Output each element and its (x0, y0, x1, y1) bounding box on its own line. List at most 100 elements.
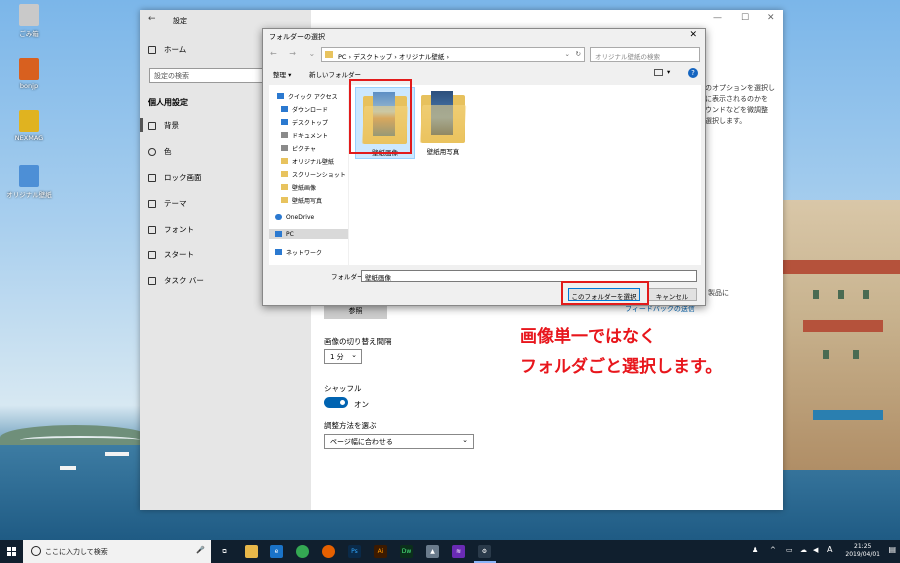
dreamweaver-icon[interactable]: Dw (400, 545, 413, 558)
nav-background[interactable]: 背景 (148, 120, 179, 131)
clock-date: 2019/04/01 (845, 551, 880, 558)
photos-icon[interactable]: ▲ (426, 545, 439, 558)
chrome-icon[interactable] (296, 545, 309, 558)
recycle-bin-icon (19, 4, 39, 26)
interval-label: 画像の切り替え間隔 (324, 337, 392, 346)
description-line: ウンドなどを微調整 (705, 106, 768, 114)
document-icon (281, 132, 288, 138)
awning (813, 410, 883, 420)
new-folder-button[interactable]: 新しいフォルダー (309, 69, 361, 79)
close-icon[interactable]: ✕ (767, 13, 775, 23)
nav-theme[interactable]: テーマ (148, 198, 187, 209)
tree-network[interactable]: ネットワーク (275, 247, 354, 257)
taskbar: ここに入力して検索 🎤 ⧉ e Ps Ai Dw ▲ ≋ ⚙ ♟ ^ ▭ ☁ ◀… (0, 540, 900, 563)
people-icon[interactable]: ♟ (752, 546, 758, 554)
tree-onedrive[interactable]: OneDrive (275, 212, 354, 222)
nav-color[interactable]: 色 (148, 146, 172, 157)
nav-taskbar[interactable]: タスク バー (148, 275, 204, 286)
windows-start-icon[interactable] (7, 547, 17, 557)
minimize-icon[interactable]: — (713, 13, 722, 23)
star-icon (277, 93, 284, 99)
fit-select[interactable]: ページ幅に合わせる ⌄ (324, 434, 474, 449)
nav-home[interactable]: ホーム (148, 44, 186, 55)
edge-icon[interactable]: e (270, 545, 283, 558)
premiere-icon[interactable]: ≋ (452, 545, 465, 558)
description-line: のオプションを選択し (705, 84, 775, 92)
dialog-search-input[interactable]: オリジナル壁紙の検索 (590, 47, 700, 62)
tree-label: 壁紙画像 (292, 184, 317, 192)
navigation-tree: クイック アクセス ダウンロード デスクトップ ドキュメント ピクチャ オリジナ… (269, 85, 348, 265)
nav-label: テーマ (164, 199, 187, 208)
nav-lock-screen[interactable]: ロック画面 (148, 172, 202, 183)
shuffle-toggle[interactable] (324, 397, 348, 408)
tree-quick-access[interactable]: クイック アクセス (277, 91, 356, 101)
roof (783, 260, 900, 274)
address-bar[interactable]: PC › デスクトップ › オリジナル壁紙 › ⌄ ↻ (321, 47, 585, 62)
desktop-icon-original-wallpaper[interactable]: オリジナル壁紙 (2, 165, 56, 199)
description-text: のオプションを選択し に表示されるのかを ウンドなどを微調整 選択します。 (705, 83, 780, 127)
folder-icon (281, 158, 288, 164)
desktop-icon-nexmag[interactable]: NEXMAG (2, 110, 56, 142)
photoshop-icon[interactable]: Ps (348, 545, 361, 558)
selected-indicator (140, 118, 143, 132)
cloud-icon[interactable]: ☁ (800, 546, 807, 554)
refresh-icon[interactable]: ↻ (576, 50, 581, 58)
tree-label: 壁紙用写真 (292, 197, 323, 205)
task-view-icon[interactable]: ⧉ (218, 545, 231, 558)
folder-icon (325, 51, 333, 58)
network-icon[interactable]: ▭ (786, 546, 793, 554)
nav-home-label: ホーム (164, 45, 187, 54)
folder-icon (281, 184, 288, 190)
chevron-down-icon: ⌄ (351, 351, 357, 359)
cancel-button[interactable]: キャンセル (647, 288, 697, 301)
help-icon[interactable]: ? (688, 68, 698, 78)
desktop-icon-bonjp[interactable]: bonjp (2, 58, 56, 90)
highlight-select-button-box (561, 281, 649, 305)
annotation-line-1: 画像単一ではなく (520, 327, 656, 347)
chevron-down-icon[interactable]: ▾ (667, 68, 670, 76)
folder-icon (19, 165, 39, 187)
interval-select[interactable]: 1 分 ⌄ (324, 349, 362, 364)
fit-value: ページ幅に合わせる (330, 438, 393, 446)
folder-picker-dialog: フォルダーの選択 ✕ ← → ⌄ ↑ PC › デスクトップ › オリジナル壁紙… (262, 28, 706, 306)
nav-font[interactable]: フォント (148, 224, 194, 235)
nav-label: 色 (164, 147, 172, 156)
close-icon[interactable]: ✕ (689, 30, 697, 40)
folder-item[interactable]: 壁紙用写真 (413, 87, 473, 159)
annotation-line-2: フォルダごと選択します。 (520, 357, 723, 377)
nav-start[interactable]: スタート (148, 249, 194, 260)
nav-label: ロック画面 (164, 173, 202, 182)
nav-label: スタート (164, 250, 194, 259)
taskbar-search-input[interactable]: ここに入力して検索 🎤 (23, 540, 211, 563)
tree-label: PC (286, 230, 294, 238)
desktop-icon-recycle-bin[interactable]: ごみ箱 (2, 4, 56, 38)
chevron-up-icon[interactable]: ^ (770, 546, 776, 554)
firefox-icon[interactable] (322, 545, 335, 558)
illustrator-icon[interactable]: Ai (374, 545, 387, 558)
ime-indicator[interactable]: A (827, 545, 832, 554)
roof (803, 320, 883, 332)
view-icon[interactable] (654, 69, 663, 76)
settings-gear-icon[interactable]: ⚙ (478, 545, 491, 558)
description-line: 選択します。 (705, 117, 747, 125)
tree-label: クイック アクセス (288, 93, 338, 101)
maximize-icon[interactable]: ☐ (741, 13, 749, 23)
boat (105, 452, 129, 456)
cloud-icon (275, 214, 282, 220)
desktop-icon-label: オリジナル壁紙 (6, 191, 52, 199)
organize-button[interactable]: 整理 ▾ (273, 69, 291, 79)
picture-icon (148, 121, 156, 130)
file-explorer-icon[interactable] (245, 545, 258, 558)
back-arrow-icon[interactable]: ← (148, 14, 156, 24)
tree-pc[interactable]: PC (269, 229, 348, 239)
volume-icon[interactable]: ◀ (813, 546, 818, 554)
highlight-folder-box (349, 79, 412, 154)
window (853, 350, 859, 359)
microphone-icon[interactable]: 🎤 (196, 546, 205, 554)
tree-label: デスクトップ (292, 119, 329, 127)
chevron-down-icon[interactable]: ⌄ (565, 50, 570, 58)
clock[interactable]: 21:25 2019/04/01 (845, 543, 880, 559)
shuffle-label: シャッフル (324, 384, 362, 393)
notification-icon[interactable]: ▤ (888, 545, 896, 554)
taskbar-search-placeholder: ここに入力して検索 (45, 548, 108, 556)
